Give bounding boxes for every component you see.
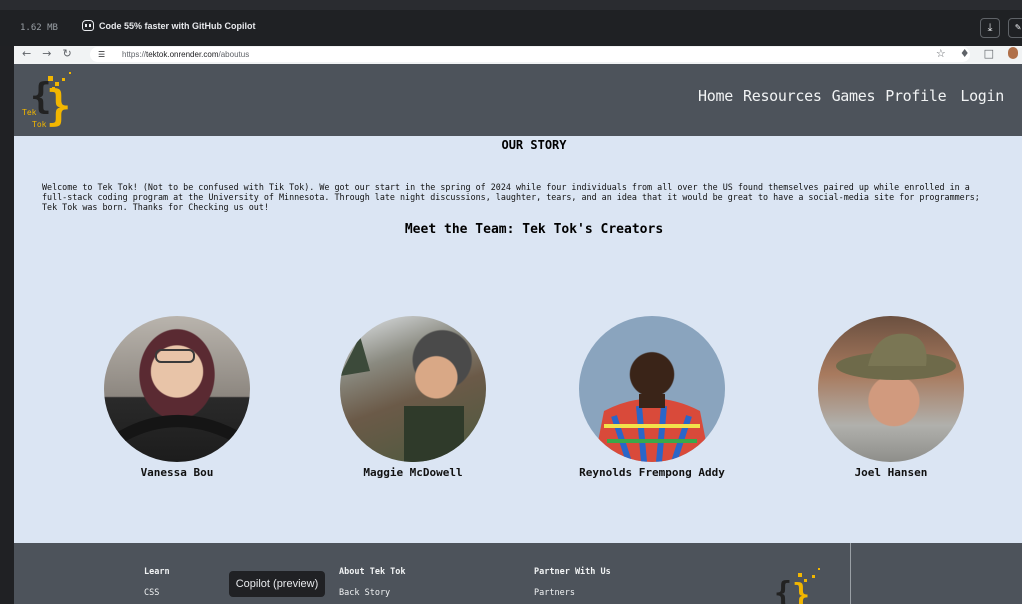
footer-link-back-story[interactable]: Back Story [339, 588, 406, 598]
footer-about: About Tek Tok Back Story [339, 567, 406, 598]
logo-text-tok: Tok [32, 120, 47, 129]
team-member-name: Joel Hansen [854, 466, 928, 479]
team-member-card: Joel Hansen [791, 316, 991, 479]
browser-nav: ← → ↻ [22, 47, 72, 60]
bookmark-star-icon[interactable]: ☆ [936, 47, 946, 60]
team-member-name: Reynolds Frempong Addy [579, 466, 725, 479]
download-icon[interactable]: ⤓ [980, 18, 1000, 38]
footer-about-heading: About Tek Tok [339, 567, 406, 577]
url-path: /aboutus [218, 50, 250, 59]
about-us-main: OUR STORY Welcome to Tek Tok! (Not to be… [14, 136, 1022, 543]
forward-arrow-icon[interactable]: → [42, 47, 51, 60]
nav-games[interactable]: Games [832, 87, 876, 105]
site-settings-icon[interactable]: ☰ [98, 47, 105, 62]
edit-icon[interactable]: ✎ [1008, 18, 1022, 38]
profile-avatar[interactable] [1008, 47, 1018, 59]
performance-icon[interactable]: ♦ [960, 47, 970, 60]
browser-toolbar: ← → ↻ ☰ https://tektok.onrender.com/abou… [14, 46, 1022, 64]
nav-login[interactable]: Login [960, 87, 1004, 105]
footer-learn-heading: Learn [144, 567, 170, 577]
footer-divider [850, 543, 851, 604]
browser-actions: ☆ ♦ □ [936, 47, 1018, 60]
team-member-photo [104, 316, 250, 462]
team-member-name: Vanessa Bou [140, 466, 214, 479]
footer-logo[interactable]: { } [774, 565, 834, 604]
team-member-photo [818, 316, 964, 462]
address-bar[interactable]: ☰ https://tektok.onrender.com/aboutus [90, 47, 970, 62]
logo-text-tek: Tek [22, 108, 37, 117]
team-member-card: Vanessa Bou [77, 316, 277, 479]
footer-partner-heading: Partner With Us [534, 567, 611, 577]
nav-resources[interactable]: Resources [743, 87, 822, 105]
team-member-name: Maggie McDowell [363, 466, 463, 479]
footer-link-partners[interactable]: Partners [534, 588, 611, 598]
tek-tok-logo[interactable]: { } Tek Tok [22, 70, 84, 132]
back-arrow-icon[interactable]: ← [22, 47, 31, 60]
file-size-label: 1.62 MB [20, 23, 58, 33]
copilot-tooltip: Copilot (preview) [229, 571, 325, 597]
extensions-icon[interactable]: □ [984, 47, 994, 60]
team-title: Meet the Team: Tek Tok's Creators [404, 222, 664, 237]
team-member-card: Maggie McDowell [313, 316, 513, 479]
team-member-card: Reynolds Frempong Addy [552, 316, 752, 479]
story-title: OUR STORY [501, 138, 567, 152]
copilot-icon [82, 20, 94, 31]
main-nav: Home Resources Games Profile Login [698, 87, 1004, 105]
team-member-photo [579, 316, 725, 462]
reload-icon[interactable]: ↻ [62, 47, 71, 60]
svg-text:}: } [46, 81, 71, 130]
footer-learn: Learn CSS [144, 567, 170, 598]
site-header: { } Tek Tok Home Resources Games Profile… [14, 64, 1022, 136]
url-scheme: https:// [122, 50, 147, 59]
site-footer: Learn CSS About Tek Tok Back Story Partn… [14, 543, 1022, 604]
svg-text:}: } [792, 578, 810, 604]
svg-text:{: { [774, 576, 792, 604]
story-text: Welcome to Tek Tok! (Not to be confused … [42, 182, 980, 212]
footer-partner: Partner With Us Partners [534, 567, 611, 598]
team-member-photo [340, 316, 486, 462]
nav-profile[interactable]: Profile [885, 87, 946, 105]
nav-home[interactable]: Home [698, 87, 733, 105]
top-bar: 1.62 MB Code 55% faster with GitHub Copi… [0, 0, 1022, 46]
footer-link-css[interactable]: CSS [144, 588, 170, 598]
url-host: tektok.onrender.com [146, 50, 219, 59]
copilot-promo-link[interactable]: Code 55% faster with GitHub Copilot [82, 20, 256, 31]
copilot-promo-text: Code 55% faster with GitHub Copilot [99, 20, 256, 31]
